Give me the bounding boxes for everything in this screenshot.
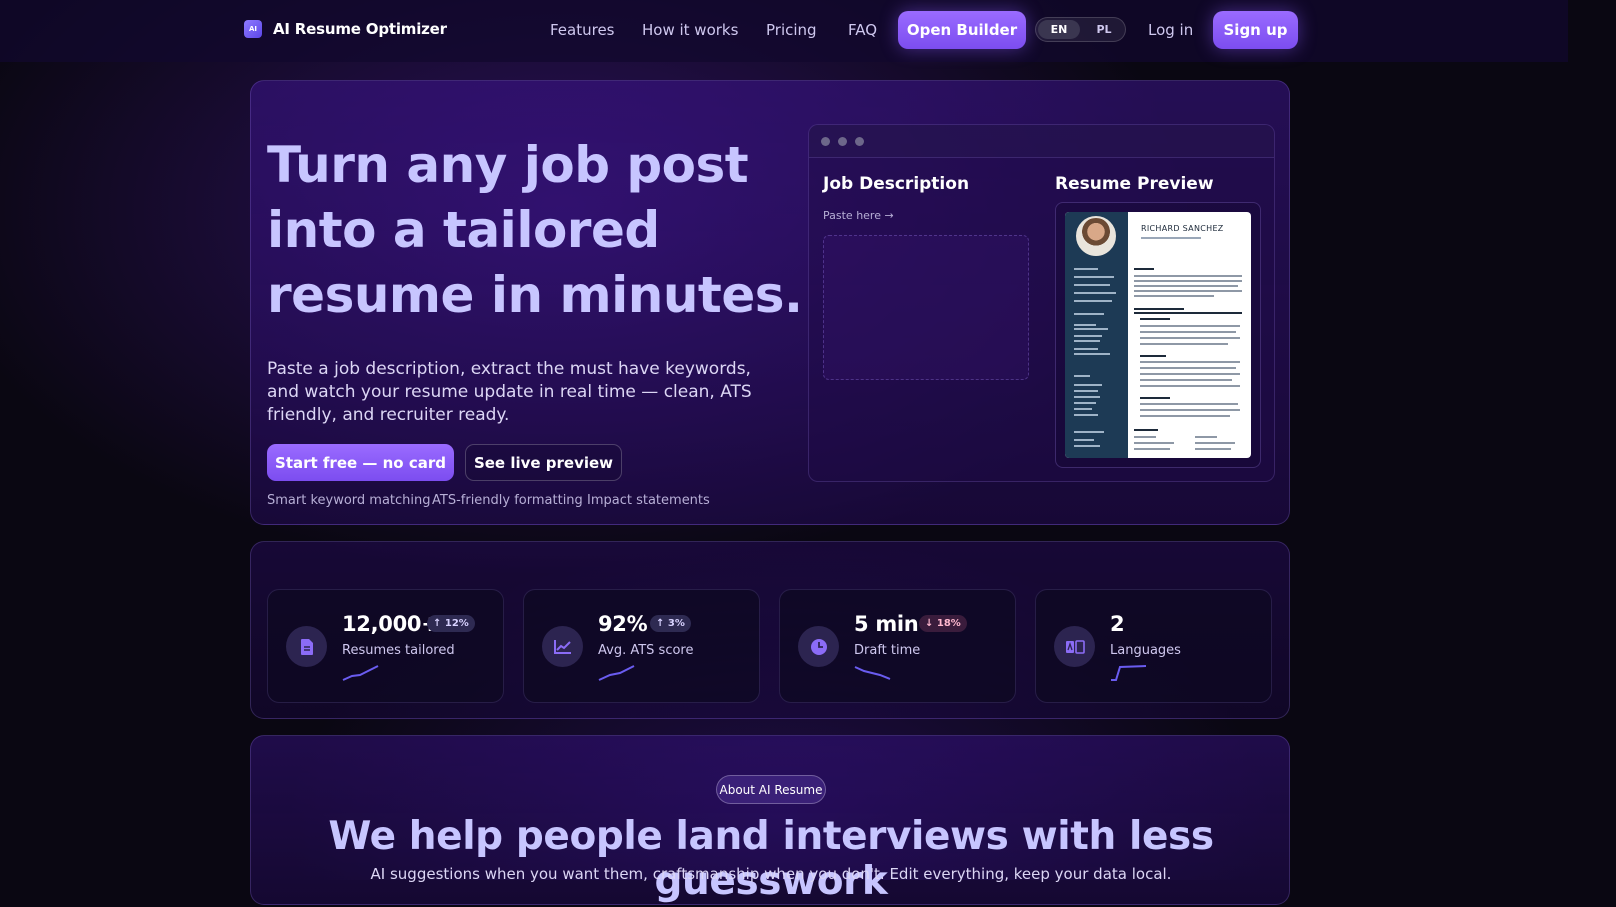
start-free-button[interactable]: Start free — no card xyxy=(267,444,454,481)
brand[interactable]: AI AI Resume Optimizer xyxy=(244,20,447,38)
nav-link-features[interactable]: Features xyxy=(550,21,615,39)
window-dot-icon xyxy=(821,137,830,146)
brand-logo-icon: AI xyxy=(244,20,262,38)
feature-tag-keyword-matching: Smart keyword matching xyxy=(267,493,431,508)
resume-role-line xyxy=(1141,237,1201,239)
brand-name: AI Resume Optimizer xyxy=(273,20,447,38)
resume-preview-heading: Resume Preview xyxy=(1055,174,1214,194)
hero-title: Turn any job post into a tailored resume… xyxy=(267,136,803,324)
feature-tag-impact-statements: Impact statements xyxy=(587,493,710,508)
window-dot-icon xyxy=(855,137,864,146)
translate-icon xyxy=(1054,626,1095,667)
stat-card-resumes: 12,000+ ↑ 12% Resumes tailored xyxy=(267,589,504,703)
resume-sidebar xyxy=(1065,212,1128,458)
resume-document: RICHARD SANCHEZ xyxy=(1065,212,1251,458)
nav-link-pricing[interactable]: Pricing xyxy=(766,21,817,39)
resume-preview-frame: RICHARD SANCHEZ xyxy=(1055,202,1261,468)
feature-tag-ats-formatting: ATS-friendly formatting xyxy=(432,493,583,508)
window-titlebar xyxy=(809,125,1274,158)
stat-label: Languages xyxy=(1110,643,1181,658)
language-option-en[interactable]: EN xyxy=(1038,20,1080,39)
about-section: About AI Resume We help people land inte… xyxy=(250,735,1290,905)
about-subtitle: AI suggestions when you want them, craft… xyxy=(370,865,1172,883)
live-preview-window: Job Description Paste here → Resume Prev… xyxy=(808,124,1275,482)
login-link[interactable]: Log in xyxy=(1148,21,1193,39)
window-dot-icon xyxy=(838,137,847,146)
stat-label: Resumes tailored xyxy=(342,643,455,658)
about-pill: About AI Resume xyxy=(716,775,826,804)
sparkline-up-icon xyxy=(598,665,635,681)
sparkline-up-icon xyxy=(342,665,379,681)
language-option-pl[interactable]: PL xyxy=(1084,20,1124,39)
document-icon xyxy=(286,626,327,667)
clock-icon xyxy=(798,626,839,667)
stat-label: Avg. ATS score xyxy=(598,643,694,658)
sparkline-down-icon xyxy=(854,666,891,680)
paste-hint: Paste here → xyxy=(823,209,894,222)
stat-card-languages: 2 Languages xyxy=(1035,589,1272,703)
stat-value: 12,000+ xyxy=(342,612,439,636)
resume-avatar xyxy=(1076,216,1116,256)
signup-button[interactable]: Sign up xyxy=(1213,11,1298,49)
hero-subtitle: Paste a job description, extract the mus… xyxy=(267,359,752,425)
stat-value: 92% xyxy=(598,612,648,636)
stat-delta-badge: ↑ 3% xyxy=(650,615,691,632)
stat-value: 5 min xyxy=(854,612,919,636)
see-live-preview-button[interactable]: See live preview xyxy=(465,444,622,481)
open-builder-button[interactable]: Open Builder xyxy=(898,11,1026,49)
about-title: We help people land interviews with less… xyxy=(328,814,1214,904)
language-toggle[interactable]: EN PL xyxy=(1035,17,1126,42)
stat-label: Draft time xyxy=(854,643,921,658)
stat-card-ats-score: 92% ↑ 3% Avg. ATS score xyxy=(523,589,760,703)
stat-delta-badge: ↑ 12% xyxy=(427,615,475,632)
stat-card-draft-time: 5 min ↓ 18% Draft time xyxy=(779,589,1016,703)
nav-link-how-it-works[interactable]: How it works xyxy=(642,21,738,39)
hero-section: Turn any job post into a tailored resume… xyxy=(250,80,1290,525)
sparkline-step-icon xyxy=(1111,665,1147,681)
resume-name: RICHARD SANCHEZ xyxy=(1141,224,1224,233)
stats-section: 12,000+ ↑ 12% Resumes tailored 92% ↑ 3% … xyxy=(250,541,1290,719)
stat-value: 2 xyxy=(1110,612,1125,636)
top-nav: AI AI Resume Optimizer Features How it w… xyxy=(0,0,1568,62)
job-description-heading: Job Description xyxy=(823,174,970,194)
nav-link-faq[interactable]: FAQ xyxy=(848,21,877,39)
job-description-input[interactable] xyxy=(823,235,1029,380)
chart-icon xyxy=(542,626,583,667)
stat-delta-badge: ↓ 18% xyxy=(919,615,967,632)
